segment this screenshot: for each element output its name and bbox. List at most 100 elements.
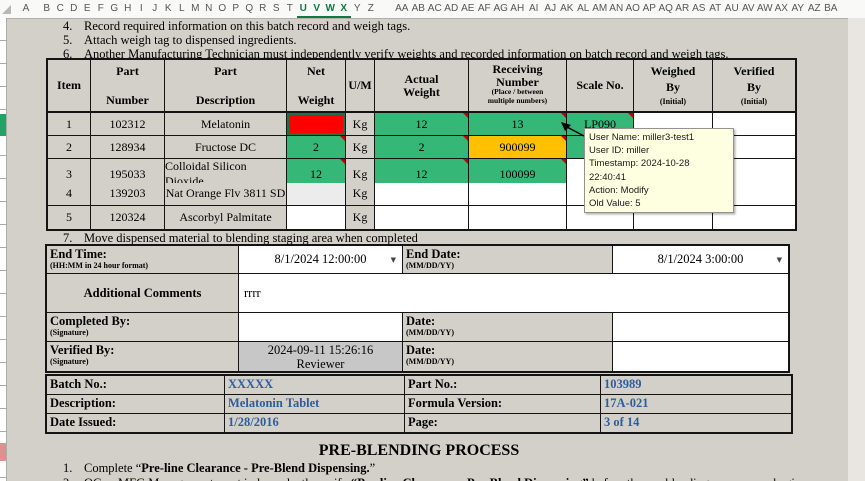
column-letter[interactable]: AM [592, 0, 609, 18]
column-letter[interactable]: AW [757, 0, 774, 18]
column-letter[interactable]: AF [476, 0, 493, 18]
column-letter[interactable]: BA [823, 0, 840, 18]
receiving-number-cell[interactable] [469, 183, 567, 206]
column-letter[interactable]: S [270, 0, 284, 18]
column-letter[interactable]: AZ [806, 0, 823, 18]
column-letter[interactable]: A [12, 0, 40, 18]
completed-date-input[interactable] [613, 313, 788, 342]
column-letter[interactable]: O [216, 0, 230, 18]
receiving-number-cell[interactable] [469, 206, 567, 229]
column-letter[interactable]: AV [740, 0, 757, 18]
instruction-text: Attach weigh tag to dispensed ingredient… [84, 33, 296, 47]
additional-comments-input[interactable]: rrrr [239, 274, 788, 313]
column-letter[interactable]: AE [460, 0, 477, 18]
column-letter[interactable]: F [94, 0, 108, 18]
net-weight-cell[interactable] [287, 183, 346, 206]
column-letter[interactable]: V [310, 0, 324, 18]
batch-value2[interactable]: 3 of 14 [601, 414, 791, 432]
audit-tooltip: User Name: miller3-test1 User ID: miller… [584, 128, 734, 213]
column-letter[interactable]: AA [394, 0, 411, 18]
column-letter[interactable]: AK [559, 0, 576, 18]
column-letter[interactable]: P [229, 0, 243, 18]
instruction-text: Record required information on this batc… [84, 19, 410, 33]
actual-weight-cell[interactable] [375, 206, 469, 229]
header-net-weight: NetWeight [287, 60, 346, 111]
column-letter[interactable]: H [121, 0, 135, 18]
batch-value2[interactable]: 103989 [601, 376, 791, 394]
column-letter[interactable]: B [40, 0, 54, 18]
column-letter[interactable]: AO [625, 0, 642, 18]
batch-label2: Page: [405, 414, 601, 432]
column-letter[interactable]: J [148, 0, 162, 18]
select-all-corner[interactable] [0, 0, 12, 18]
verified-by-label: Verified By: (Signature) [47, 342, 239, 371]
column-letter[interactable]: AG [493, 0, 510, 18]
batch-value[interactable]: Melatonin Tablet [225, 395, 405, 413]
receiving-number-cell[interactable]: 900099 [469, 136, 567, 159]
column-letter[interactable]: AR [674, 0, 691, 18]
column-letter[interactable]: G [108, 0, 122, 18]
column-letter[interactable]: AP [641, 0, 658, 18]
column-letter[interactable]: AQ [658, 0, 675, 18]
actual-weight-cell[interactable] [375, 183, 469, 206]
column-letter[interactable]: X [337, 0, 351, 18]
column-letter[interactable]: W [324, 0, 338, 18]
actual-weight-cell[interactable]: 12 [375, 113, 469, 136]
additional-comments-label: Additional Comments [47, 274, 239, 313]
actual-weight-cell[interactable]: 2 [375, 136, 469, 159]
column-letter[interactable]: AU [724, 0, 741, 18]
column-letter[interactable]: K [162, 0, 176, 18]
column-letter[interactable]: AX [773, 0, 790, 18]
column-letter[interactable]: AY [790, 0, 807, 18]
column-letter[interactable]: E [81, 0, 95, 18]
end-time-input[interactable]: 8/1/2024 12:00:00 ▼ [239, 246, 403, 274]
part-description-cell: Fructose DC [165, 136, 287, 159]
um-cell: Kg [346, 113, 375, 136]
completed-by-input[interactable] [239, 313, 403, 342]
part-number-cell: 120324 [91, 206, 165, 229]
batch-label2: Part No.: [405, 376, 601, 394]
end-time-dropdown-icon[interactable]: ▼ [391, 256, 396, 264]
column-letter[interactable]: Y [351, 0, 365, 18]
column-letter[interactable]: M [189, 0, 203, 18]
batch-value[interactable]: XXXXX [225, 376, 405, 394]
end-date-dropdown-icon[interactable]: ▼ [777, 256, 782, 264]
net-weight-cell[interactable]: 2 [287, 136, 346, 159]
column-letter[interactable]: AD [443, 0, 460, 18]
column-letter[interactable]: Z [364, 0, 378, 18]
verified-date-input[interactable] [613, 342, 788, 371]
column-letter[interactable]: T [283, 0, 297, 18]
net-weight-cell[interactable] [287, 206, 346, 229]
receiving-number-cell[interactable]: 13 [469, 113, 567, 136]
column-letter[interactable]: AN [608, 0, 625, 18]
verified-by-value[interactable]: 2024-09-11 15:26:16 Reviewer [239, 342, 403, 371]
column-letter[interactable]: AC [427, 0, 444, 18]
column-letter[interactable]: AI [526, 0, 543, 18]
column-letter[interactable]: U [297, 0, 311, 18]
column-letter[interactable]: D [67, 0, 81, 18]
column-letter[interactable]: AB [410, 0, 427, 18]
net-weight-cell[interactable] [287, 113, 346, 136]
end-date-input[interactable]: 8/1/2024 3:00:00 ▼ [613, 246, 788, 274]
column-letter[interactable]: AL [575, 0, 592, 18]
batch-value[interactable]: 1/28/2016 [225, 414, 405, 432]
column-letter[interactable]: I [135, 0, 149, 18]
column-letter[interactable]: AJ [542, 0, 559, 18]
column-letter[interactable]: N [202, 0, 216, 18]
column-letter[interactable]: C [54, 0, 68, 18]
end-time-label: End Time: (HH:MM in 24 hour format) [47, 246, 239, 274]
sheet-right-edge [848, 18, 865, 481]
part-description-cell: Melatonin [165, 113, 287, 136]
batch-label: Description: [47, 395, 225, 413]
column-letter[interactable]: L [175, 0, 189, 18]
instruction-line: 5.Attach weigh tag to dispensed ingredie… [63, 34, 729, 48]
column-letter[interactable]: AH [509, 0, 526, 18]
batch-info-row: Date Issued: 1/28/2016 Page: 3 of 14 [47, 414, 791, 432]
column-letter[interactable]: AS [691, 0, 708, 18]
batch-value2[interactable]: 17A-021 [601, 395, 791, 413]
column-letter[interactable]: R [256, 0, 270, 18]
row-headers[interactable] [0, 18, 7, 481]
column-letter[interactable]: AT [707, 0, 724, 18]
column-letter[interactable]: Q [243, 0, 257, 18]
header-part-number: PartNumber [91, 60, 165, 111]
